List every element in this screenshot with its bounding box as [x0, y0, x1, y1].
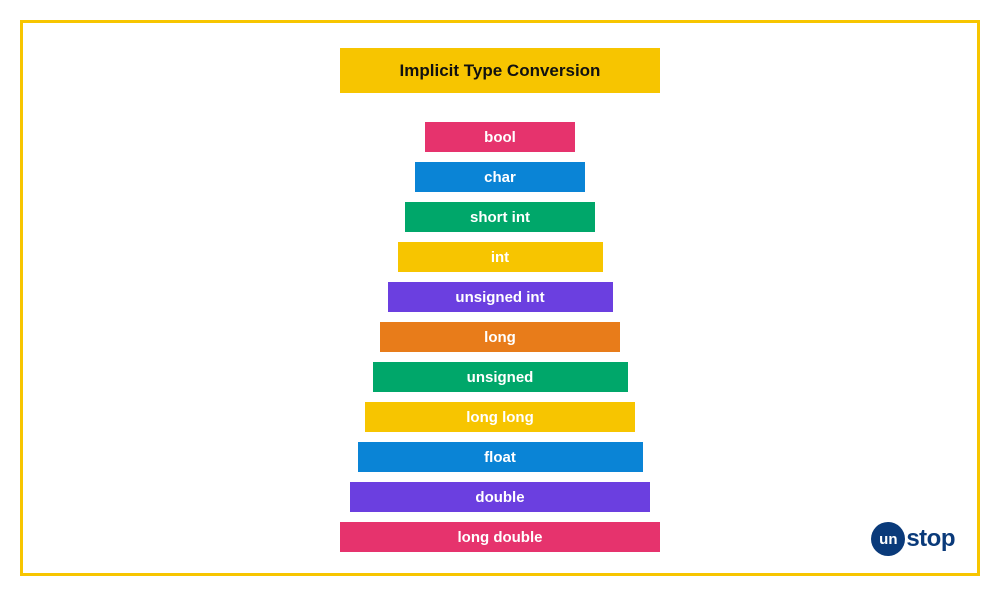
type-bar-unsigned-int: unsigned int [388, 282, 613, 312]
type-bar-bool: bool [425, 122, 575, 152]
type-bar-int: int [398, 242, 603, 272]
type-bar-long-double: long double [340, 522, 660, 552]
logo-circle-icon: un [871, 522, 905, 556]
type-bar-unsigned: unsigned [373, 362, 628, 392]
brand-logo: un stop [871, 522, 955, 556]
type-bar-char: char [415, 162, 585, 192]
type-bar-double: double [350, 482, 650, 512]
diagram-title: Implicit Type Conversion [340, 48, 660, 93]
type-bar-long-long: long long [365, 402, 635, 432]
type-bar-short-int: short int [405, 202, 595, 232]
type-bar-float: float [358, 442, 643, 472]
type-hierarchy-pyramid: bool char short int int unsigned int lon… [340, 122, 660, 562]
logo-text: stop [906, 525, 955, 553]
type-bar-long: long [380, 322, 620, 352]
